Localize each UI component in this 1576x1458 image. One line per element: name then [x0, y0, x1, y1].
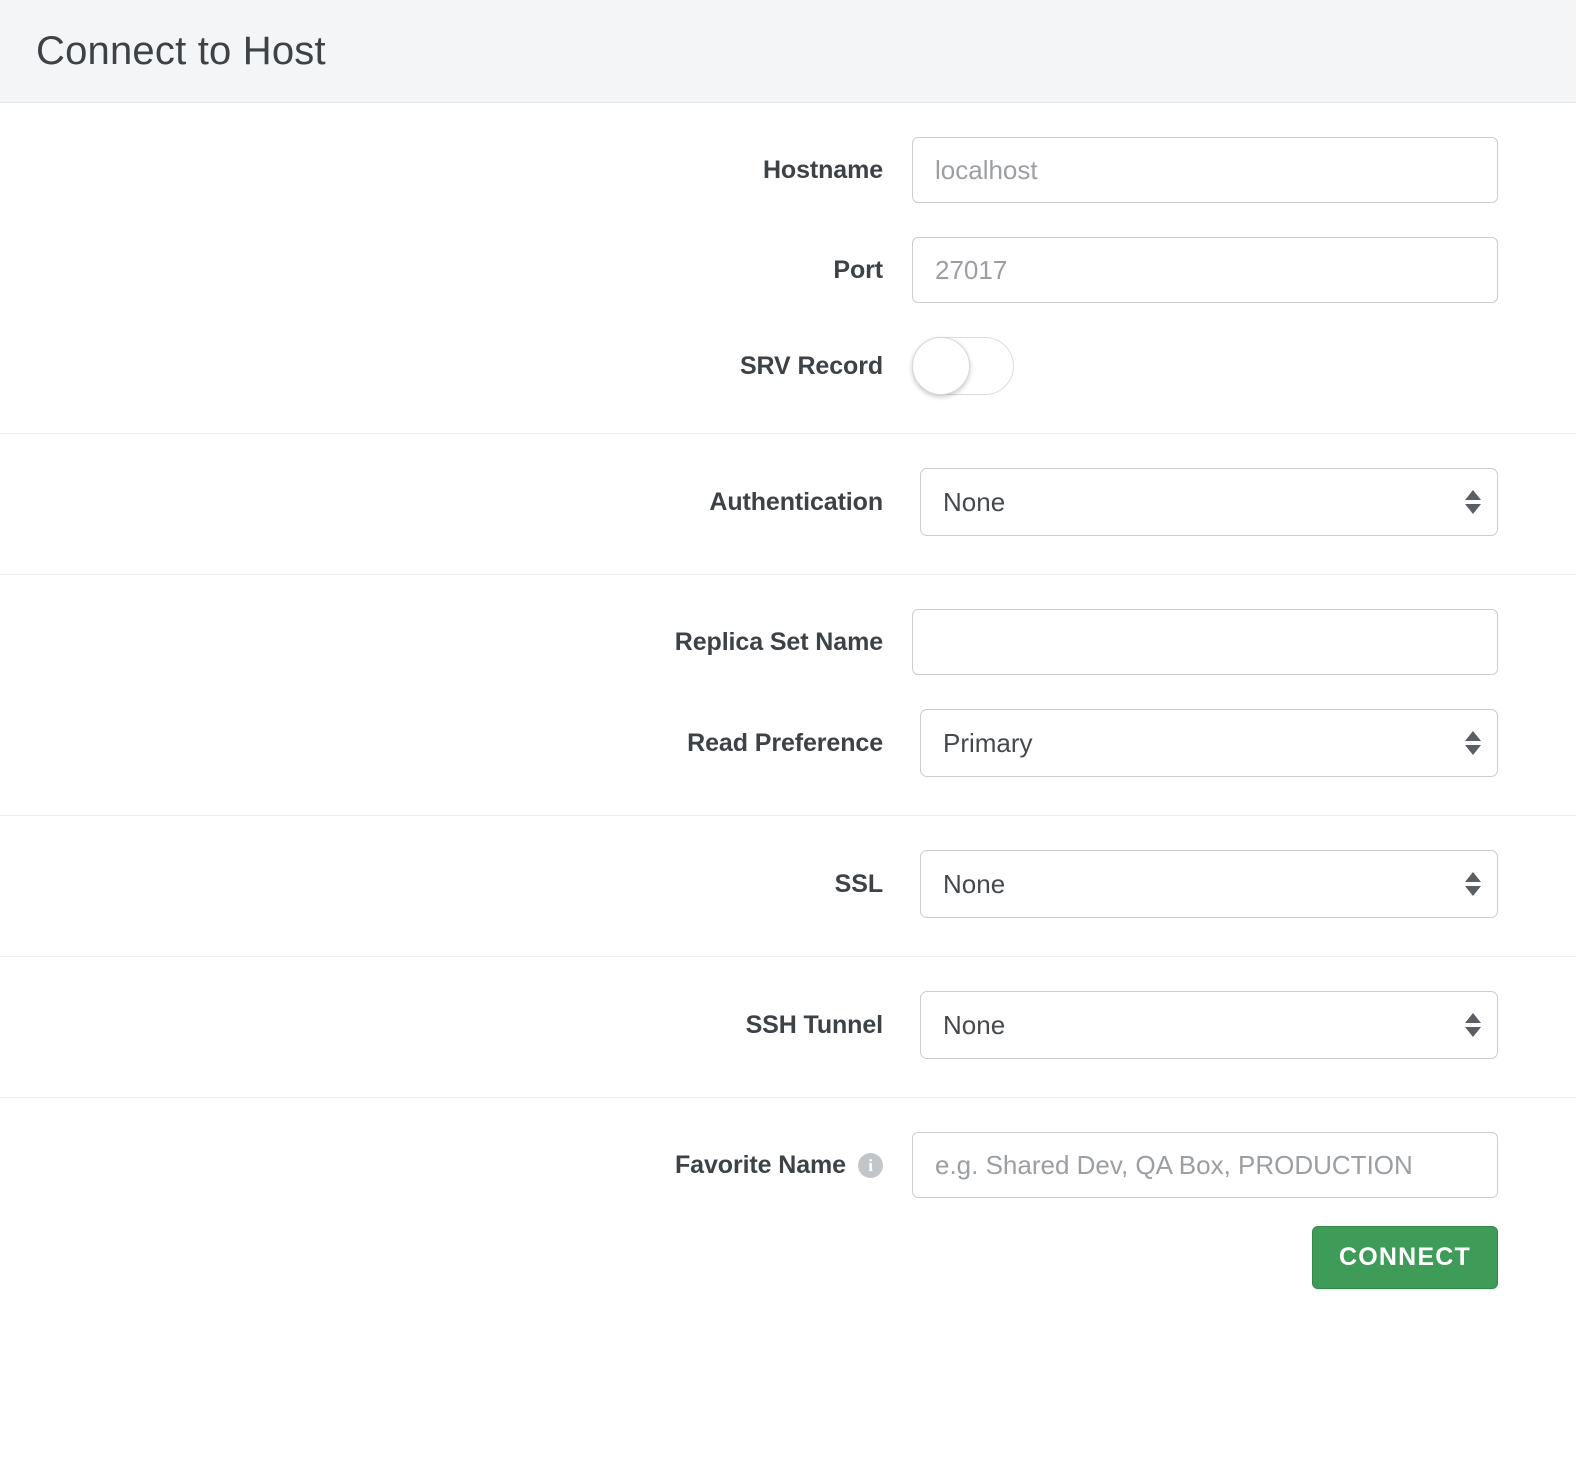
chevron-up-icon — [1465, 490, 1481, 500]
label-read-preference: Read Preference — [687, 728, 883, 757]
field-row-ssh-tunnel: SSH Tunnel None — [0, 957, 1576, 1097]
label-port: Port — [833, 255, 883, 284]
ssl-selected-value: None — [943, 868, 1006, 899]
stepper-arrows-icon — [1465, 1013, 1481, 1037]
replica-set-name-input[interactable] — [912, 609, 1498, 675]
form-section-ssh-tunnel: SSH Tunnel None — [0, 957, 1576, 1098]
ssh-tunnel-select[interactable]: None — [920, 991, 1498, 1059]
page-title: Connect to Host — [36, 29, 326, 73]
read-preference-selected-value: Primary — [943, 727, 1033, 758]
form-section-host: Hostname Port SRV Record — [0, 103, 1576, 434]
read-preference-select[interactable]: Primary — [920, 709, 1498, 777]
toggle-knob-icon — [912, 337, 970, 395]
form-section-authentication: Authentication None — [0, 434, 1576, 575]
chevron-down-icon — [1465, 1027, 1481, 1037]
form-section-replica: Replica Set Name Read Preference Primary — [0, 575, 1576, 816]
chevron-down-icon — [1465, 504, 1481, 514]
form-section-favorite: Favorite Name i CONNECT — [0, 1098, 1576, 1329]
hostname-input[interactable] — [912, 137, 1498, 203]
label-favorite-name-text: Favorite Name — [675, 1150, 846, 1179]
chevron-down-icon — [1465, 745, 1481, 755]
field-row-authentication: Authentication None — [0, 434, 1576, 574]
label-hostname: Hostname — [762, 155, 883, 184]
field-row-replica-set-name: Replica Set Name — [0, 575, 1576, 675]
ssl-control: None — [883, 850, 1498, 918]
authentication-control: None — [883, 468, 1498, 536]
connection-form: Hostname Port SRV Record Authentication — [0, 103, 1576, 1329]
srv-record-control — [883, 337, 1014, 395]
label-authentication: Authentication — [709, 487, 883, 516]
ssh-tunnel-control: None — [883, 991, 1498, 1059]
label-srv-record: SRV Record — [739, 351, 883, 380]
hostname-control — [883, 137, 1498, 203]
form-section-ssl: SSL None — [0, 816, 1576, 957]
label-replica-set-name: Replica Set Name — [674, 627, 883, 656]
port-input[interactable] — [912, 237, 1498, 303]
favorite-name-input[interactable] — [912, 1132, 1498, 1198]
field-row-hostname: Hostname — [0, 103, 1576, 203]
label-favorite-name: Favorite Name i — [0, 1151, 883, 1180]
stepper-arrows-icon — [1465, 490, 1481, 514]
favorite-name-control — [883, 1132, 1498, 1198]
field-row-port: Port — [0, 203, 1576, 303]
authentication-select[interactable]: None — [920, 468, 1498, 536]
stepper-arrows-icon — [1465, 872, 1481, 896]
ssh-tunnel-selected-value: None — [943, 1009, 1006, 1040]
field-row-srv-record: SRV Record — [0, 303, 1576, 433]
authentication-selected-value: None — [943, 486, 1006, 517]
read-preference-control: Primary — [883, 709, 1498, 777]
chevron-up-icon — [1465, 872, 1481, 882]
field-row-read-preference: Read Preference Primary — [0, 675, 1576, 815]
label-ssl: SSL — [834, 869, 883, 898]
chevron-up-icon — [1465, 731, 1481, 741]
field-row-ssl: SSL None — [0, 816, 1576, 956]
ssl-select[interactable]: None — [920, 850, 1498, 918]
srv-record-toggle[interactable] — [912, 337, 1014, 395]
label-ssh-tunnel: SSH Tunnel — [745, 1010, 884, 1039]
form-actions: CONNECT — [0, 1198, 1576, 1329]
chevron-up-icon — [1465, 1013, 1481, 1023]
info-icon[interactable]: i — [858, 1152, 883, 1178]
port-control — [883, 237, 1498, 303]
replica-set-name-control — [883, 609, 1498, 675]
connect-button[interactable]: CONNECT — [1311, 1226, 1498, 1289]
field-row-favorite-name: Favorite Name i — [0, 1098, 1576, 1198]
chevron-down-icon — [1465, 886, 1481, 896]
stepper-arrows-icon — [1465, 731, 1481, 755]
window-header: Connect to Host — [0, 0, 1576, 103]
